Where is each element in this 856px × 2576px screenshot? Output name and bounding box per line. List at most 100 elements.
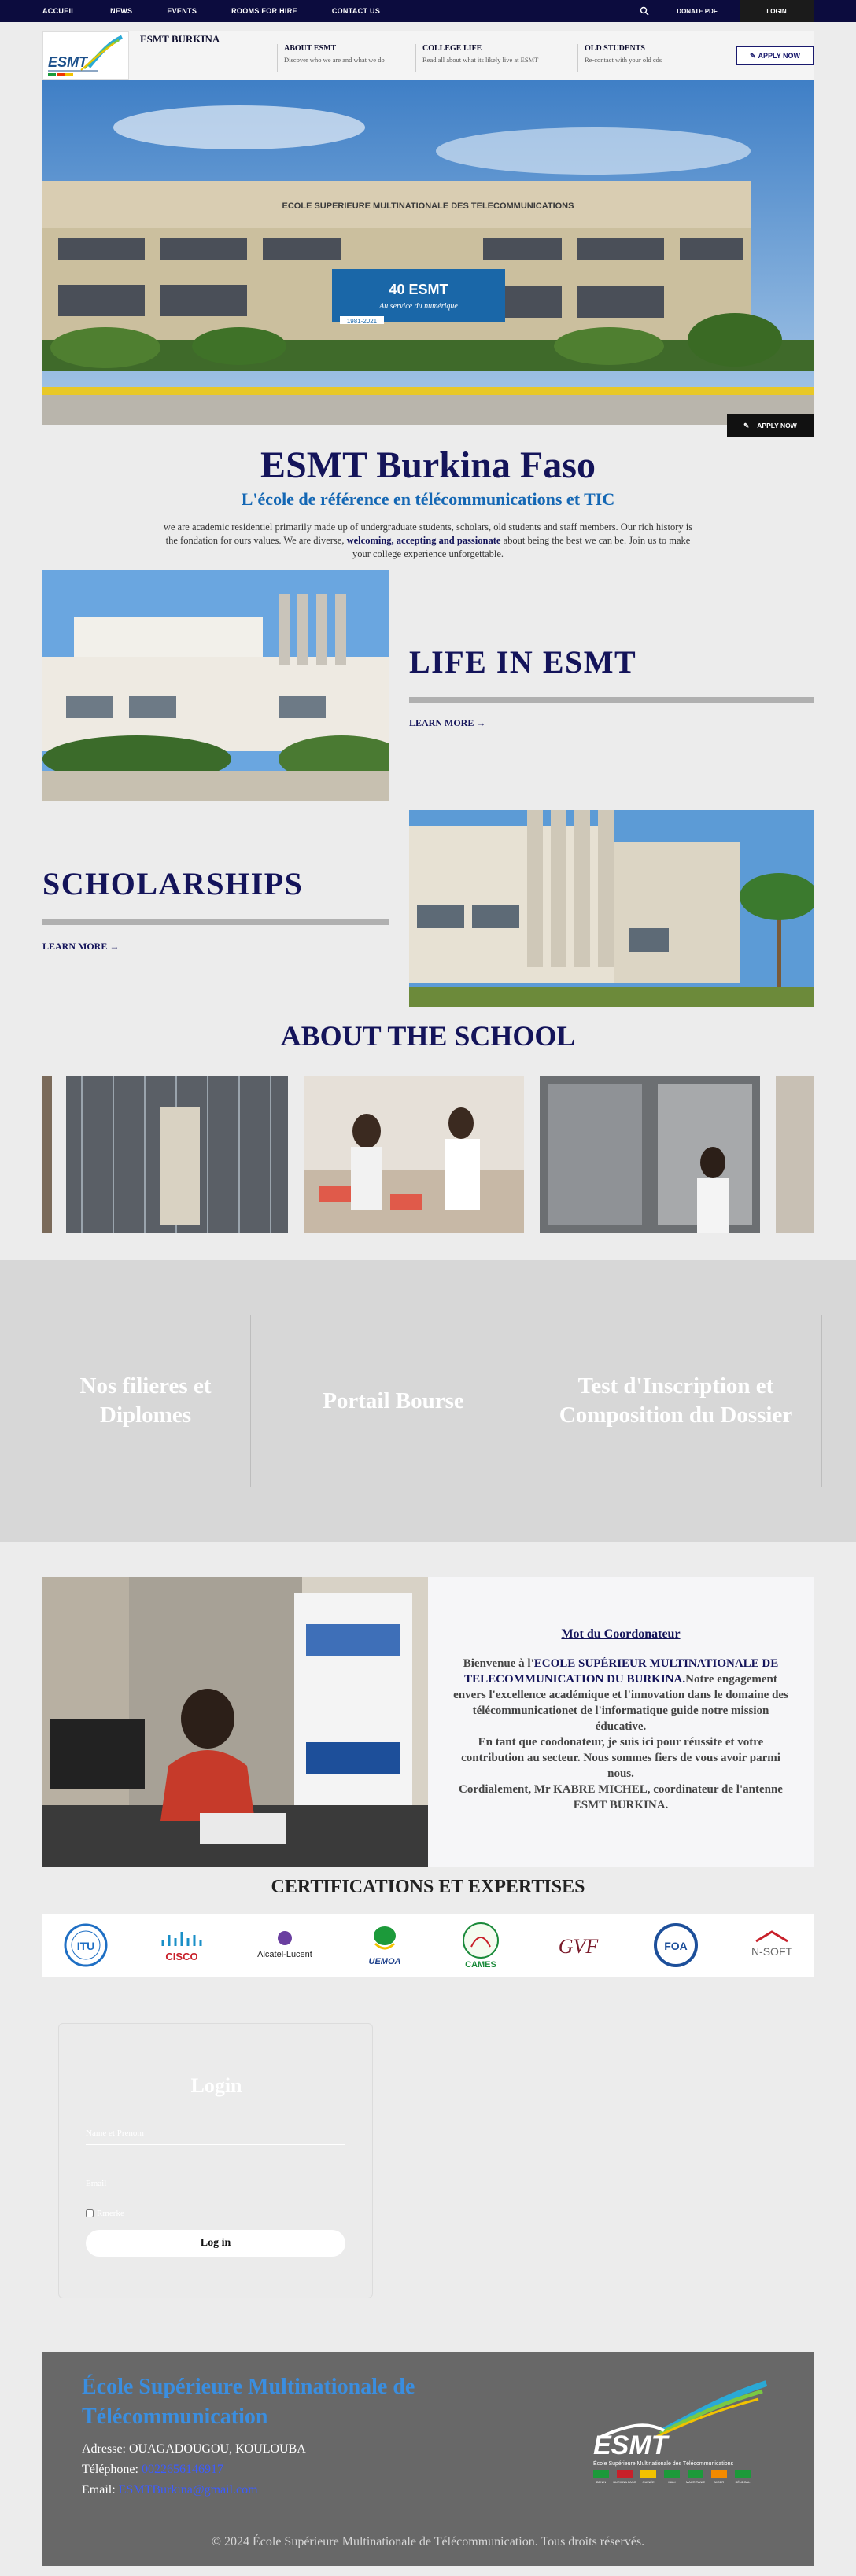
carousel-image[interactable] — [42, 1076, 52, 1233]
logo-text: ESMT — [48, 54, 89, 70]
banner-subtext: Au service du numérique — [378, 302, 458, 311]
nav-events[interactable]: EVENTS — [167, 7, 197, 15]
header-link-desc: Read all about what its likely live at E… — [422, 56, 539, 64]
login-card: Login Rmerke Log in — [58, 2023, 373, 2298]
scholarships-learn-more-link[interactable]: LEARN MORE → — [42, 941, 119, 953]
svg-text:GVF: GVF — [559, 1935, 600, 1958]
page-subtitle: L'école de référence en télécommunicatio… — [241, 489, 615, 509]
email-label: Email: — [82, 2483, 116, 2497]
life-learn-more-link[interactable]: LEARN MORE → — [409, 717, 485, 729]
footer-logo-subtext: École Supérieure Multinationale des Télé… — [593, 2460, 734, 2467]
tile-test-inscription[interactable]: Test d'Inscription et Composition du Dos… — [538, 1315, 814, 1487]
pencil-icon: ✎ — [743, 421, 750, 429]
footer-logo-text: ESMT — [593, 2430, 670, 2460]
header-link-college-life[interactable]: COLLEGE LIFE Read all about what its lik… — [415, 44, 573, 72]
header-link-title: COLLEGE LIFE — [422, 44, 482, 53]
intro-text-bold: welcoming, accepting and passionate — [346, 535, 501, 546]
nav-rooms[interactable]: ROOMS FOR HIRE — [231, 7, 297, 15]
header-link-old-students[interactable]: OLD STUDENTS Re-contact with your old cd… — [577, 44, 703, 72]
coord-text-2: En tant que coodonateur, je suis ici pou… — [461, 1736, 780, 1780]
header-link-desc: Re-contact with your old cds — [585, 56, 662, 64]
phone-label: Téléphone: — [82, 2463, 138, 2476]
scholarships-divider — [42, 919, 389, 925]
banner-text: 40 ESMT — [389, 282, 448, 297]
name-input[interactable] — [86, 2121, 345, 2145]
svg-text:ITU: ITU — [77, 1940, 95, 1952]
svg-text:FOA: FOA — [664, 1940, 688, 1952]
scholarships-title: SCHOLARSHIPS — [42, 866, 304, 901]
coordinator-message: Bienvenue à l'ECOLE SUPÉRIEUR MULTINATIO… — [452, 1656, 790, 1813]
svg-text:MAURITANIE: MAURITANIE — [686, 2480, 706, 2484]
svg-text:Alcatel-Lucent: Alcatel-Lucent — [257, 1950, 312, 1959]
login-top-button[interactable]: LOGIN — [740, 0, 814, 22]
svg-text:CISCO: CISCO — [165, 1951, 197, 1962]
apply-now-hero-button[interactable]: ✎ APPLY NOW — [727, 414, 814, 437]
svg-text:GUINÉE: GUINÉE — [642, 2480, 655, 2484]
top-nav: ACCUEIL NEWS EVENTS ROOMS FOR HIRE CONTA… — [42, 0, 380, 22]
tile-separator — [250, 1315, 251, 1487]
coordinator-section: Mot du Coordonateur Bienvenue à l'ECOLE … — [42, 1577, 814, 1867]
header-link-desc: Discover who we are and what we do — [284, 56, 385, 64]
coordinator-title: Mot du Coordonateur — [561, 1627, 681, 1641]
certifications-strip: ITU CISCO Alcatel-Lucent UEMOA CAMES GVF… — [42, 1914, 814, 1977]
nav-contact[interactable]: CONTACT US — [332, 7, 380, 15]
pencil-icon: ✎ — [749, 51, 756, 60]
email-link[interactable]: ESMTBurkina@gmail.com — [119, 2483, 258, 2497]
esmt-logo[interactable]: ESMT — [42, 31, 129, 80]
carousel-image[interactable] — [66, 1076, 288, 1233]
footer-esmt-logo: ESMT École Supérieure Multinationale des… — [585, 2375, 774, 2486]
svg-text:N-SOFT: N-SOFT — [751, 1945, 793, 1958]
svg-text:SÉNÉGAL: SÉNÉGAL — [736, 2480, 751, 2484]
certifications-title: CERTIFICATIONS ET EXPERTISES — [271, 1877, 585, 1897]
apply-now-header-button[interactable]: ✎ APPLY NOW — [736, 46, 814, 65]
nav-news[interactable]: NEWS — [110, 7, 132, 15]
coord-text-1a: Bienvenue à l' — [463, 1657, 534, 1670]
apply-label: APPLY NOW — [758, 52, 801, 60]
address-label: Adresse: — [82, 2442, 126, 2456]
search-icon[interactable] — [637, 4, 651, 18]
carousel-image[interactable] — [304, 1076, 524, 1233]
site-footer: École Supérieure Multinationale de Téléc… — [42, 2352, 814, 2566]
tile-portail-bourse[interactable]: Portail Bourse — [252, 1315, 535, 1487]
footer-title: École Supérieure Multinationale de Téléc… — [82, 2375, 415, 2429]
alcatel-lucent-logo: Alcatel-Lucent — [238, 1914, 332, 1977]
page-title: ESMT Burkina Faso — [260, 444, 596, 486]
intro-description: we are academic residentiel primarily ma… — [157, 521, 699, 561]
phone-link[interactable]: 0022656146917 — [142, 2463, 223, 2476]
donate-button[interactable]: DONATE PDF — [658, 0, 736, 22]
coordinator-photo — [42, 1577, 428, 1867]
remember-checkbox-label[interactable]: Rmerke — [86, 2209, 124, 2218]
uemoa-logo: UEMOA — [341, 1914, 428, 1977]
svg-text:MALI: MALI — [668, 2480, 675, 2484]
life-image — [42, 570, 389, 801]
footer-phone: Téléphone: 0022656146917 — [82, 2463, 223, 2477]
banner-years: 1981-2021 — [347, 318, 378, 325]
remember-label: Rmerke — [97, 2209, 124, 2218]
email-input[interactable] — [86, 2172, 345, 2195]
svg-text:BENIN: BENIN — [596, 2480, 606, 2484]
svg-text:UEMOA: UEMOA — [369, 1957, 401, 1966]
tile-filieres[interactable]: Nos filieres et Diplomes — [42, 1315, 249, 1487]
cames-logo: CAMES — [437, 1914, 524, 1977]
address-value: OUAGADOUGOU, KOULOUBA — [128, 2442, 306, 2456]
login-button[interactable]: Log in — [86, 2230, 345, 2257]
itu-logo: ITU — [42, 1914, 129, 1977]
carousel-image[interactable] — [540, 1076, 760, 1233]
header-link-about[interactable]: ABOUT ESMT Discover who we are and what … — [277, 44, 403, 72]
footer-email: Email: ESMTBurkina@gmail.com — [82, 2483, 258, 2497]
carousel-image[interactable] — [776, 1076, 814, 1233]
scholarships-image — [409, 810, 814, 1007]
svg-text:BURKINA FASO: BURKINA FASO — [613, 2480, 636, 2484]
about-title: ABOUT THE SCHOOL — [280, 1020, 576, 1052]
header-link-title: OLD STUDENTS — [585, 44, 645, 53]
life-title: LIFE IN ESMT — [409, 644, 637, 680]
building-sign-text: ECOLE SUPERIEURE MULTINATIONALE DES TELE… — [282, 201, 574, 211]
nav-accueil[interactable]: ACCUEIL — [42, 7, 76, 15]
svg-text:NIGER: NIGER — [714, 2480, 725, 2484]
site-header: ESMT ESMT BURKINA ABOUT ESMT Discover wh… — [42, 31, 814, 80]
svg-text:CAMES: CAMES — [465, 1960, 496, 1970]
life-divider — [409, 697, 814, 703]
hero-image: ECOLE SUPERIEURE MULTINATIONALE DES TELE… — [42, 80, 814, 425]
tile-separator — [821, 1315, 822, 1487]
remember-checkbox[interactable] — [86, 2209, 94, 2217]
